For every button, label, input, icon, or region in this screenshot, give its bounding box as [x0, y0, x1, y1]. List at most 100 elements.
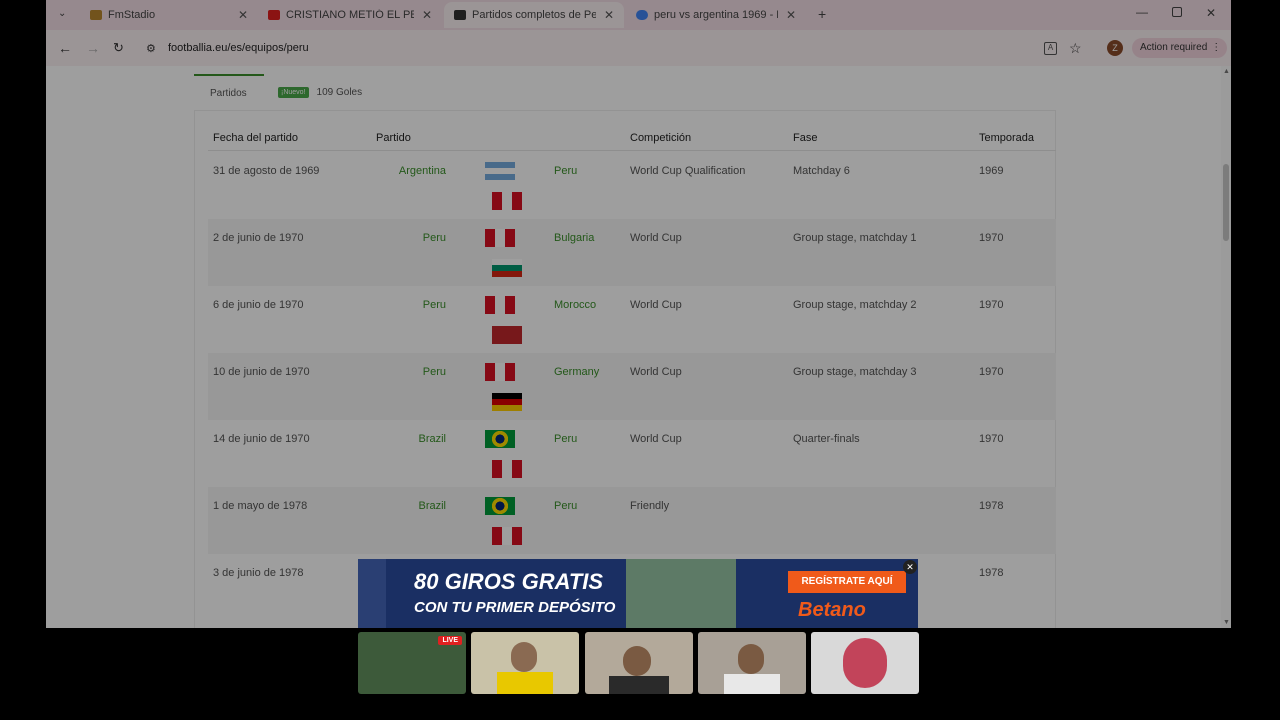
- tab-youtube[interactable]: CRISTIANO METIÓ EL PENAL D ✕: [258, 2, 442, 28]
- new-badge: ¡Nuevo!: [278, 86, 309, 98]
- match-row[interactable]: 6 de junio de 1970 Peru Morocco World Cup Gr…: [208, 286, 1056, 353]
- ad-graphic: [358, 559, 386, 628]
- close-tab-icon[interactable]: ✕: [604, 8, 614, 22]
- phase: Matchday 6: [793, 165, 850, 177]
- live-badge: LIVE: [438, 636, 462, 645]
- match-row[interactable]: 1 de mayo de 1978 Brazil Peru Friendly 1978: [208, 487, 1056, 554]
- match-date: 10 de junio de 1970: [213, 366, 310, 378]
- competition: World Cup Qualification: [630, 165, 746, 177]
- close-window-icon[interactable]: ✕: [1206, 6, 1216, 20]
- stream-video-tile-4: [698, 632, 806, 694]
- page-content: Partidos ¡Nuevo! 109 Goles Fecha del par…: [46, 66, 1221, 628]
- season: 1970: [979, 433, 1004, 445]
- stream-video-tile-3: [585, 632, 693, 694]
- match-row[interactable]: 31 de agosto de 1969 Argentina Peru World C…: [208, 152, 1056, 219]
- home-team[interactable]: Peru: [423, 299, 446, 311]
- page-scrollbar[interactable]: ▲ ▼: [1221, 66, 1231, 628]
- home-team[interactable]: Argentina: [399, 165, 446, 177]
- match-row[interactable]: 10 de junio de 1970 Peru Germany World Cup G…: [208, 353, 1056, 420]
- ad-close-icon[interactable]: ✕: [903, 560, 917, 574]
- tab-partidos[interactable]: Partidos: [194, 74, 264, 110]
- tab-google-search[interactable]: peru vs argentina 1969 - Busca ✕: [626, 2, 806, 28]
- restore-icon[interactable]: [1172, 7, 1182, 17]
- season: 1969: [979, 165, 1004, 177]
- stream-video-tile-2: [471, 632, 579, 694]
- jersey-shape: [609, 676, 669, 694]
- minimize-icon[interactable]: —: [1136, 5, 1148, 19]
- betano-ad-banner[interactable]: 80 GIROS GRATIS CON TU PRIMER DEPÓSITO R…: [358, 559, 918, 628]
- home-team[interactable]: Peru: [423, 232, 446, 244]
- col-header-phase: Fase: [793, 132, 818, 144]
- home-team[interactable]: Brazil: [418, 433, 446, 445]
- home-team[interactable]: Brazil: [418, 500, 446, 512]
- match-date: 31 de agosto de 1969: [213, 165, 320, 177]
- jersey-shape: [724, 674, 780, 694]
- close-tab-icon[interactable]: ✕: [786, 8, 796, 22]
- col-header-match: Partido: [376, 132, 411, 144]
- youtube-favicon-icon: [268, 10, 280, 20]
- season: 1978: [979, 567, 1004, 579]
- tab-search-icon[interactable]: ⌄: [58, 8, 66, 19]
- away-team[interactable]: Morocco: [554, 299, 596, 311]
- jersey-shape: [497, 672, 553, 694]
- close-tab-icon[interactable]: ✕: [238, 8, 248, 22]
- google-favicon-icon: [636, 10, 648, 20]
- peru-flag-icon: [492, 527, 522, 545]
- tab-goles[interactable]: ¡Nuevo! 109 Goles: [278, 74, 378, 110]
- translate-icon[interactable]: A: [1044, 41, 1057, 55]
- bookmark-star-icon[interactable]: ☆: [1069, 40, 1082, 57]
- phase: Group stage, matchday 2: [793, 299, 917, 311]
- person-icon: [738, 644, 764, 674]
- away-team[interactable]: Peru: [554, 500, 577, 512]
- away-team[interactable]: Peru: [554, 165, 577, 177]
- reload-icon[interactable]: ↻: [113, 40, 124, 56]
- stream-video-tile-5: [811, 632, 919, 694]
- peru-flag-icon: [485, 363, 515, 381]
- person-icon: [511, 642, 537, 672]
- match-date: 6 de junio de 1970: [213, 299, 304, 311]
- ad-cta-button[interactable]: REGÍSTRATE AQUÍ: [788, 571, 906, 593]
- competition: World Cup: [630, 433, 682, 445]
- match-date: 14 de junio de 1970: [213, 433, 310, 445]
- menu-kebab-icon[interactable]: ⋮: [1211, 38, 1221, 58]
- url-field[interactable]: footballia.eu/es/equipos/peru: [168, 42, 309, 54]
- home-team[interactable]: Peru: [423, 366, 446, 378]
- peru-flag-icon: [492, 192, 522, 210]
- peru-flag-icon: [492, 460, 522, 478]
- phase: Group stage, matchday 3: [793, 366, 917, 378]
- tab-fmstadio[interactable]: FmStadio ✕: [80, 2, 258, 28]
- tab-strip: ⌄ FmStadio ✕ CRISTIANO METIÓ EL PENAL D …: [46, 0, 1231, 30]
- away-team[interactable]: Bulgaria: [554, 232, 594, 244]
- scroll-up-icon[interactable]: ▲: [1223, 68, 1230, 75]
- action-required-button[interactable]: Action required ⋮: [1132, 38, 1228, 58]
- phase: Quarter-finals: [793, 433, 860, 445]
- away-team[interactable]: Peru: [554, 433, 577, 445]
- ad-line2: CON TU PRIMER DEPÓSITO: [414, 599, 616, 616]
- peru-flag-icon: [485, 229, 515, 247]
- ad-brand-logo: Betano: [798, 599, 866, 621]
- away-team[interactable]: Germany: [554, 366, 599, 378]
- match-date: 2 de junio de 1970: [213, 232, 304, 244]
- bulgaria-flag-icon: [492, 259, 522, 277]
- new-tab-icon[interactable]: +: [818, 6, 826, 22]
- competition: World Cup: [630, 299, 682, 311]
- profile-avatar[interactable]: Z: [1107, 40, 1123, 56]
- scrollbar-thumb[interactable]: [1223, 164, 1229, 241]
- stream-video-tile-1: LIVE: [358, 632, 466, 694]
- col-header-date: Fecha del partido: [213, 132, 298, 144]
- back-icon[interactable]: ←: [58, 40, 72, 56]
- close-tab-icon[interactable]: ✕: [422, 8, 432, 22]
- scroll-down-icon[interactable]: ▼: [1223, 619, 1230, 626]
- tab-footballia[interactable]: Partidos completos de Peru | F ✕: [444, 2, 624, 28]
- germany-flag-icon: [492, 393, 522, 411]
- mascot-logo-icon: [843, 638, 887, 688]
- forward-icon[interactable]: →: [86, 40, 100, 56]
- site-settings-icon[interactable]: ⚙: [146, 42, 156, 55]
- col-header-competition: Competición: [630, 132, 692, 144]
- match-row[interactable]: 2 de junio de 1970 Peru Bulgaria World Cup G…: [208, 219, 1056, 286]
- match-row[interactable]: 14 de junio de 1970 Brazil Peru World Cup Qu…: [208, 420, 1056, 487]
- season: 1970: [979, 299, 1004, 311]
- header-divider: [208, 150, 1056, 151]
- competition: Friendly: [630, 500, 670, 512]
- footballia-favicon-icon: [454, 10, 466, 20]
